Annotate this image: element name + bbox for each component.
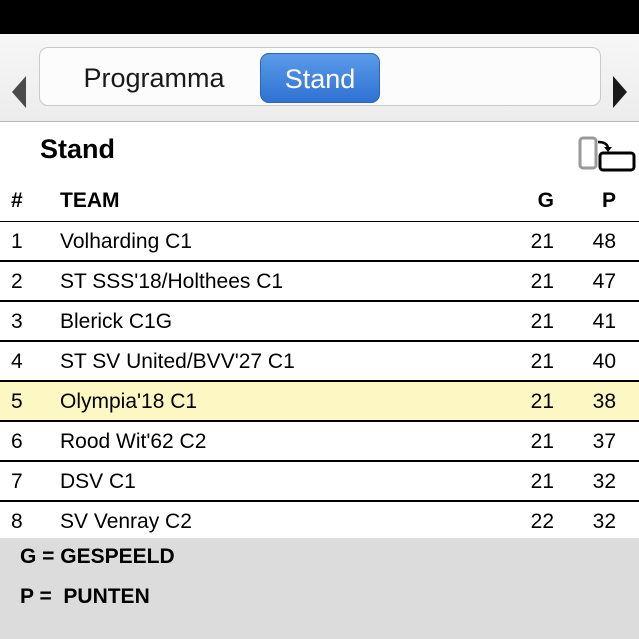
column-header-played: G	[537, 189, 554, 212]
row-played: 21	[530, 430, 554, 453]
row-team: DSV C1	[60, 470, 136, 493]
previous-button[interactable]	[2, 48, 36, 108]
row-rank: 3	[11, 310, 23, 333]
row-team: ST SSS'18/Holthees C1	[60, 270, 284, 293]
table-header: # TEAM G P	[0, 180, 639, 222]
segmented-control: Programma Stand	[39, 47, 601, 106]
column-header-points: P	[601, 189, 616, 212]
table-row-highlighted[interactable]: 5 Olympia'18 C1 21 38	[0, 382, 639, 422]
row-played: 21	[530, 470, 554, 493]
column-header-rank: #	[11, 189, 23, 212]
standings-table: 1 Volharding C1 21 48 2 ST SSS'18/Holthe…	[0, 222, 639, 542]
row-rank: 8	[11, 510, 23, 533]
row-rank: 5	[11, 390, 23, 413]
row-points: 37	[592, 430, 616, 453]
table-row[interactable]: 2 ST SSS'18/Holthees C1 21 47	[0, 262, 639, 302]
table-row[interactable]: 4 ST SV United/BVV'27 C1 21 40	[0, 342, 639, 382]
row-played: 21	[530, 230, 554, 253]
row-team: SV Venray C2	[60, 510, 192, 533]
row-played: 21	[530, 390, 554, 413]
table-row[interactable]: 7 DSV C1 21 32	[0, 462, 639, 502]
row-rank: 6	[11, 430, 23, 453]
row-played: 21	[530, 310, 554, 333]
row-played: 21	[530, 270, 554, 293]
table-row[interactable]: 1 Volharding C1 21 48	[0, 222, 639, 262]
tab-programma[interactable]: Programma	[50, 53, 258, 103]
row-rank: 2	[11, 270, 23, 293]
row-team: Blerick C1G	[60, 310, 173, 333]
row-points: 48	[592, 230, 616, 253]
row-points: 32	[592, 470, 616, 493]
table-row[interactable]: 8 SV Venray C2 22 32	[0, 502, 639, 542]
page-title: Stand	[40, 134, 116, 164]
table-row[interactable]: 3 Blerick C1G 21 41	[0, 302, 639, 342]
row-rank: 1	[11, 230, 23, 253]
row-points: 38	[592, 390, 616, 413]
row-team: ST SV United/BVV'27 C1	[60, 350, 295, 373]
row-points: 41	[592, 310, 616, 333]
row-team: Rood Wit'62 C2	[60, 430, 207, 453]
rotate-device-icon[interactable]	[578, 136, 636, 174]
row-played: 21	[530, 350, 554, 373]
tab-stand[interactable]: Stand	[260, 53, 380, 103]
legend-played: G = GESPEELD	[20, 545, 175, 568]
row-points: 32	[592, 510, 616, 533]
row-rank: 4	[11, 350, 23, 373]
tab-navigation-bar: Programma Stand	[0, 34, 639, 122]
chevron-right-icon	[613, 76, 627, 108]
legend-panel: G = GESPEELD P = PUNTEN	[0, 538, 639, 639]
row-played: 22	[530, 510, 554, 533]
row-team: Olympia'18 C1	[60, 390, 198, 413]
row-rank: 7	[11, 470, 23, 493]
table-row[interactable]: 6 Rood Wit'62 C2 21 37	[0, 422, 639, 462]
column-header-team: TEAM	[60, 189, 120, 212]
row-points: 47	[592, 270, 616, 293]
row-team: Volharding C1	[60, 230, 192, 253]
legend-points: P = PUNTEN	[20, 585, 150, 608]
chevron-left-icon	[12, 76, 26, 108]
row-points: 40	[592, 350, 616, 373]
status-bar	[0, 0, 639, 34]
next-button[interactable]	[603, 48, 637, 108]
